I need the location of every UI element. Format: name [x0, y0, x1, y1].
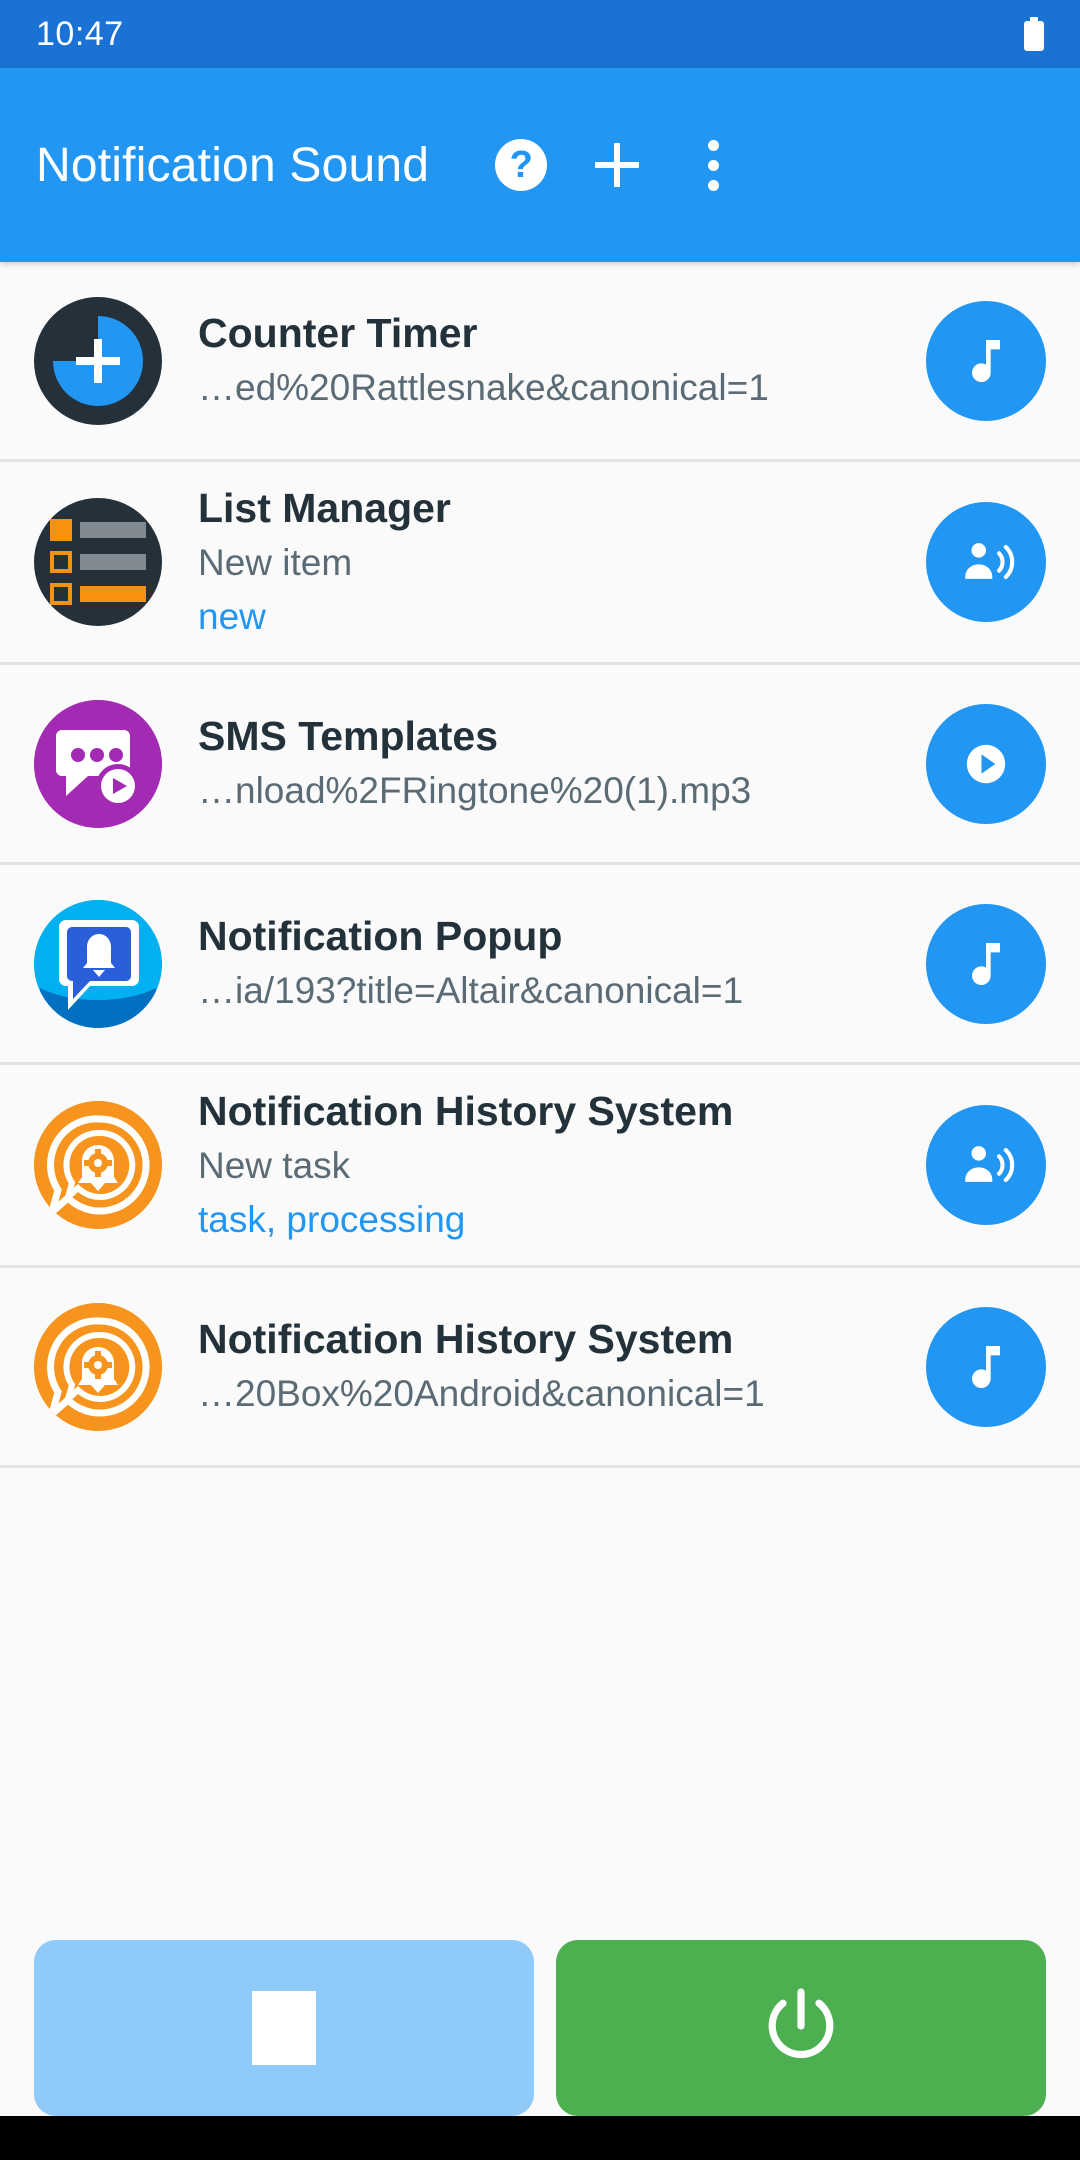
- app-bar: Notification Sound ?: [0, 68, 1080, 262]
- play-circle-icon: [966, 744, 1006, 783]
- play-sound-button[interactable]: [926, 502, 1046, 622]
- power-icon: [768, 1988, 834, 2059]
- battery-full-icon: [1024, 17, 1044, 51]
- play-sound-button[interactable]: [926, 1105, 1046, 1225]
- row-subtitle: New item: [198, 541, 353, 583]
- play-sound-button[interactable]: [926, 1306, 1046, 1427]
- row-text: Notification Popup …ia/193?title=Altair&…: [162, 911, 926, 1015]
- row-title: Notification History System: [198, 1316, 734, 1363]
- help-button[interactable]: ?: [473, 117, 569, 213]
- row-text: Notification History System New task tas…: [162, 1086, 926, 1244]
- add-button[interactable]: [569, 117, 665, 213]
- bottom-action-bar: [0, 1940, 1080, 2116]
- status-bar-right: [1024, 17, 1044, 51]
- sms-templates-icon: [34, 699, 162, 828]
- table-row[interactable]: SMS Templates …nload%2FRingtone%20(1).mp…: [0, 665, 1080, 865]
- music-note-icon: [972, 1345, 1000, 1388]
- table-row[interactable]: Notification Popup …ia/193?title=Altair&…: [0, 865, 1080, 1065]
- navigation-bar: [0, 2116, 1080, 2160]
- row-tags: new: [198, 596, 266, 637]
- music-note-icon: [972, 339, 1000, 382]
- row-title: List Manager: [198, 484, 451, 531]
- row-text: Notification History System …20Box%20And…: [162, 1314, 926, 1418]
- table-row[interactable]: Notification History System …20Box%20And…: [0, 1268, 1080, 1468]
- notification-history-icon: [34, 1101, 162, 1229]
- row-text: Counter Timer …ed%20Rattlesnake&canonica…: [162, 308, 926, 412]
- app-bar-actions: ?: [473, 117, 761, 213]
- power-button[interactable]: [556, 1940, 1046, 2116]
- notification-sound-list[interactable]: Counter Timer …ed%20Rattlesnake&canonica…: [0, 262, 1080, 1468]
- overflow-menu-button[interactable]: [665, 117, 761, 213]
- row-subtitle: …ed%20Rattlesnake&canonical=1: [198, 367, 769, 409]
- notification-popup-icon: [34, 899, 162, 1028]
- status-time: 10:47: [36, 14, 124, 53]
- stop-button[interactable]: [34, 1940, 534, 2116]
- play-sound-button[interactable]: [926, 903, 1046, 1024]
- play-sound-button[interactable]: [926, 703, 1046, 824]
- row-subtitle: New task: [198, 1144, 351, 1186]
- row-title: SMS Templates: [198, 713, 498, 760]
- row-title: Notification Popup: [198, 913, 563, 960]
- status-bar: 10:47: [0, 0, 1080, 68]
- stop-square-icon: [252, 1991, 316, 2065]
- row-title: Notification History System: [198, 1087, 734, 1134]
- table-row[interactable]: List Manager New item new: [0, 462, 1080, 665]
- row-tags: task, processing: [198, 1199, 466, 1240]
- row-subtitle: …ia/193?title=Altair&canonical=1: [198, 970, 744, 1012]
- list-manager-icon: [34, 498, 162, 626]
- text-to-speech-icon: [965, 543, 1015, 580]
- row-subtitle: …nload%2FRingtone%20(1).mp3: [198, 770, 752, 812]
- row-text: SMS Templates …nload%2FRingtone%20(1).mp…: [162, 711, 926, 815]
- row-subtitle: …20Box%20Android&canonical=1: [198, 1373, 765, 1415]
- music-note-icon: [972, 942, 1000, 985]
- plus-icon: [593, 141, 641, 189]
- table-row[interactable]: Counter Timer …ed%20Rattlesnake&canonica…: [0, 262, 1080, 462]
- notification-history-icon: [34, 1302, 162, 1431]
- play-sound-button[interactable]: [926, 300, 1046, 421]
- counter-timer-icon: [34, 296, 162, 425]
- help-circle-icon: ?: [495, 139, 548, 191]
- more-vert-icon: [707, 139, 719, 191]
- table-row[interactable]: Notification History System New task tas…: [0, 1065, 1080, 1268]
- text-to-speech-icon: [965, 1146, 1015, 1183]
- row-title: Counter Timer: [198, 310, 478, 357]
- page-title: Notification Sound: [36, 138, 430, 192]
- row-text: List Manager New item new: [162, 483, 926, 641]
